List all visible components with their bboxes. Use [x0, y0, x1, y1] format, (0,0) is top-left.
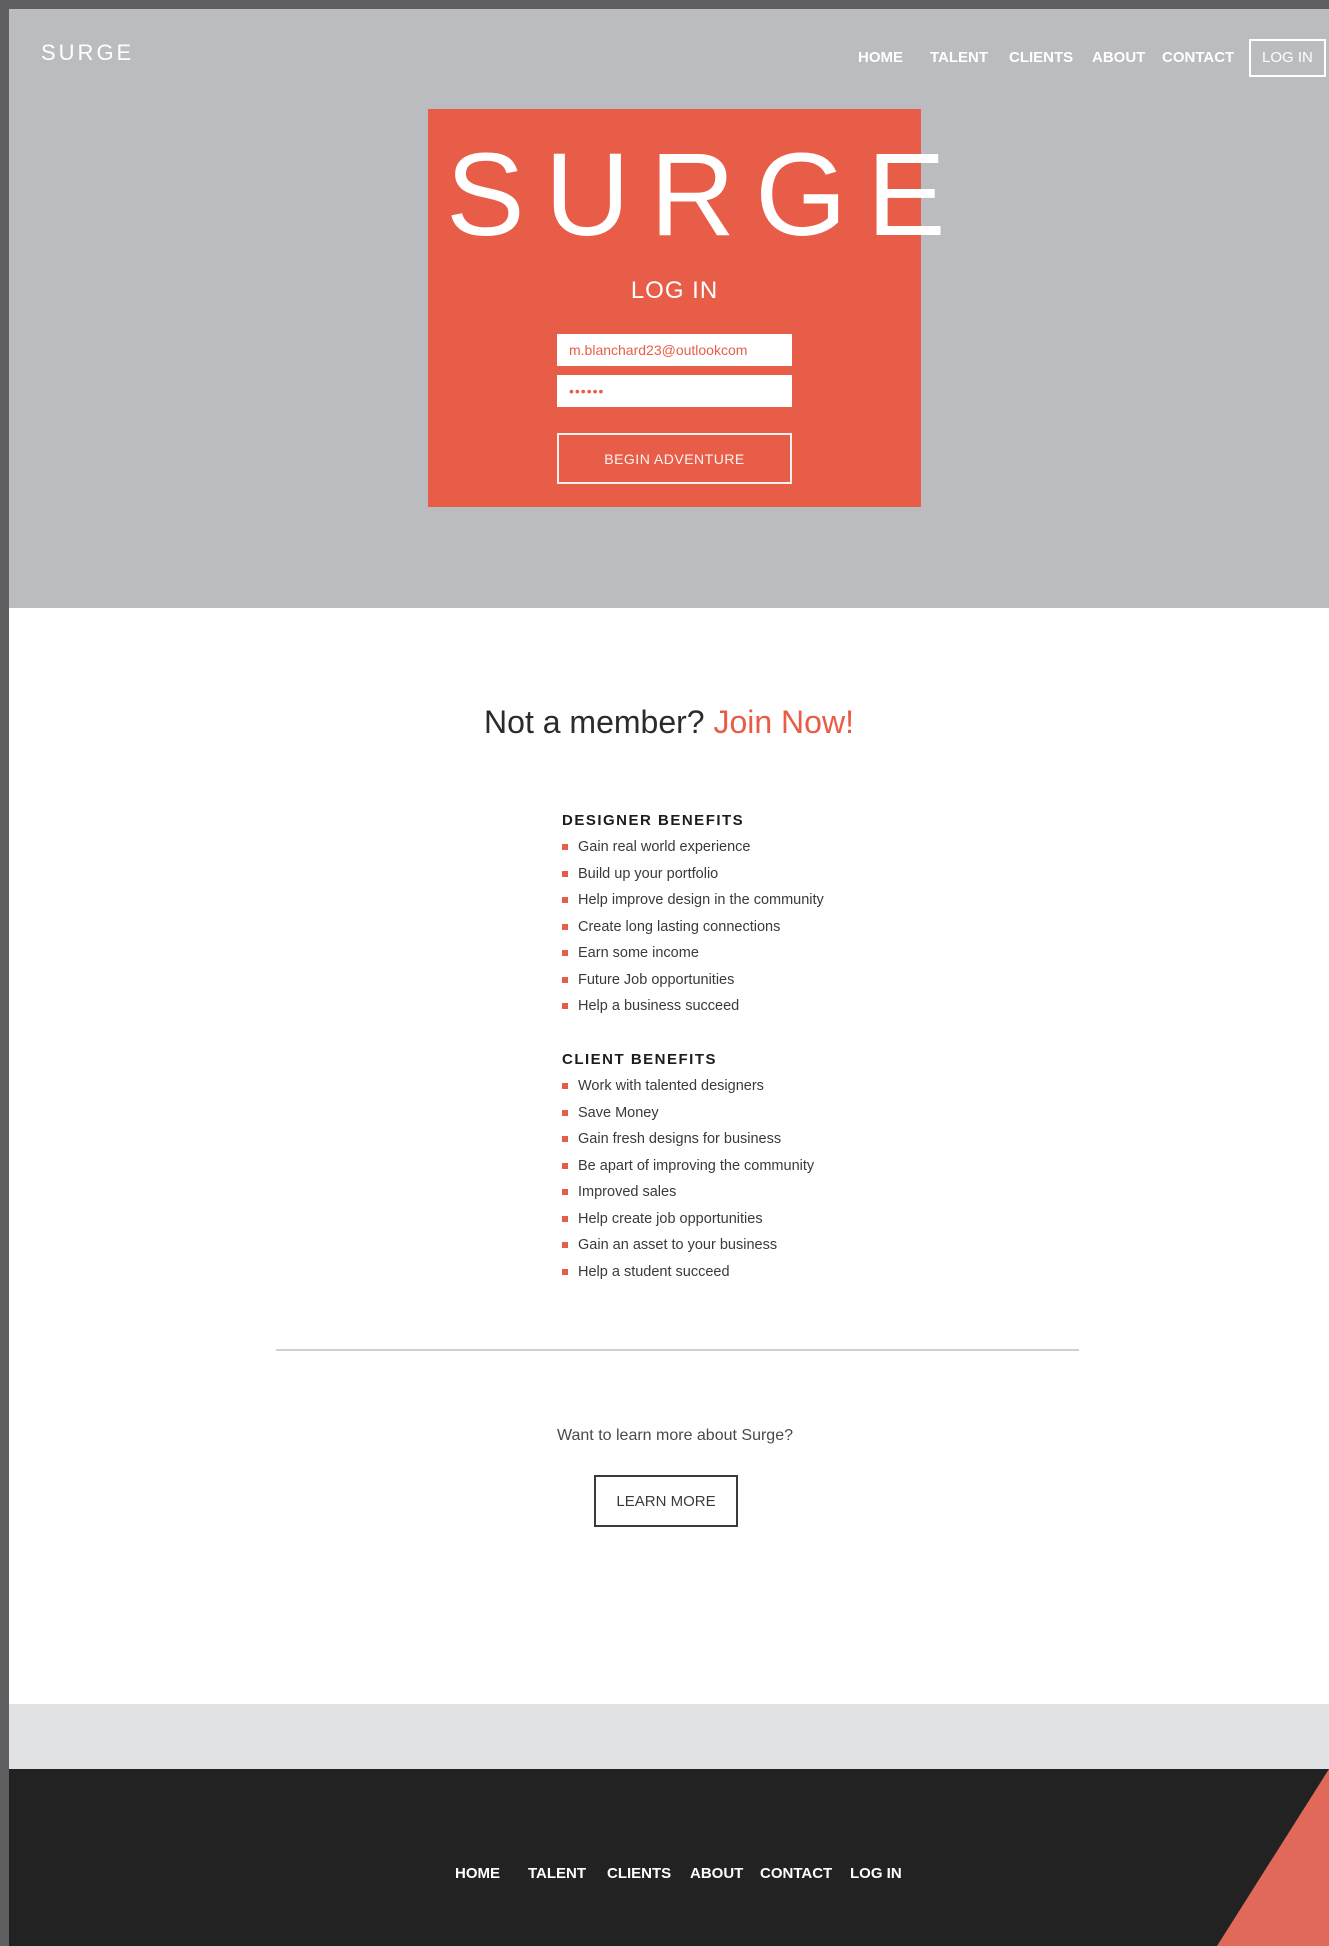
- client-benefit-item-label: Gain an asset to your business: [578, 1237, 778, 1253]
- bullet-square-icon: [562, 1162, 568, 1169]
- footer-nav-talent[interactable]: TALENT: [528, 1865, 586, 1882]
- client-benefit-item: Be apart of improving the community: [562, 1153, 922, 1180]
- client-benefits-heading: CLIENT BENEFITS: [562, 1051, 718, 1068]
- client-benefit-item-label: Be apart of improving the community: [578, 1157, 815, 1174]
- bullet-square-icon: [562, 1215, 568, 1222]
- designer-benefit-item-label: Help a business succeed: [578, 998, 740, 1014]
- bullet-square-icon: [562, 844, 568, 850]
- page: SURGE HOME TALENT CLIENTS ABOUT CONTACT …: [9, 9, 1329, 1946]
- designer-benefit-item-label: Help improve design in the community: [578, 892, 824, 908]
- client-benefit-item: Save Money: [562, 1100, 922, 1127]
- bullet-square-icon: [562, 923, 568, 930]
- designer-benefit-item-label: Gain real world experience: [578, 839, 751, 855]
- nav-contact[interactable]: CONTACT: [1162, 39, 1234, 77]
- client-benefit-item-label: Gain fresh designs for business: [578, 1131, 782, 1147]
- learn-more-prompt: Want to learn more about Surge?: [557, 1427, 793, 1444]
- client-benefit-item-label: Work with talented designers: [578, 1078, 764, 1094]
- designer-benefit-item-label: Future Job opportunities: [578, 971, 735, 988]
- client-benefit-item: Work with talented designers: [562, 1073, 922, 1100]
- decorative-corner-triangle: [1217, 1769, 1329, 1946]
- client-benefit-item: Help create job opportunities: [562, 1206, 922, 1233]
- designer-benefit-item: Future Job opportunities: [562, 967, 922, 994]
- email-field[interactable]: [557, 334, 792, 366]
- designer-benefit-item: Gain real world experience: [562, 834, 922, 861]
- member-headline: Not a member? Join Now!: [9, 704, 1329, 741]
- section-divider: [276, 1349, 1079, 1351]
- client-benefit-item-label: Help create job opportunities: [578, 1210, 763, 1227]
- client-benefits-list: Work with talented designers Save Money Ga…: [562, 1073, 922, 1285]
- password-field[interactable]: [557, 375, 792, 407]
- designer-benefit-item: Create long lasting connections: [562, 914, 922, 941]
- footer-band: [9, 1704, 1329, 1769]
- footer-nav-login[interactable]: LOG IN: [850, 1865, 902, 1882]
- footer-nav-about[interactable]: ABOUT: [690, 1865, 743, 1882]
- client-benefit-item: Gain an asset to your business: [562, 1232, 922, 1259]
- bullet-square-icon: [562, 870, 568, 877]
- client-benefit-item-label: Help a student succeed: [578, 1263, 730, 1280]
- top-nav: HOME TALENT CLIENTS ABOUT CONTACT LOG IN: [9, 39, 1329, 77]
- join-now-link[interactable]: Join Now!: [713, 704, 854, 740]
- bullet-square-icon: [562, 1268, 568, 1275]
- bullet-square-icon: [562, 1003, 568, 1009]
- nav-login-button[interactable]: LOG IN: [1249, 39, 1326, 77]
- client-benefit-item-label: Improved sales: [578, 1184, 677, 1200]
- footer-nav-home[interactable]: HOME: [455, 1865, 500, 1882]
- begin-adventure-button[interactable]: BEGIN ADVENTURE: [557, 433, 792, 484]
- bullet-square-icon: [562, 1136, 568, 1142]
- nav-talent[interactable]: TALENT: [930, 39, 988, 77]
- designer-benefit-item: Help a business succeed: [562, 993, 922, 1020]
- footer-nav-contact[interactable]: CONTACT: [760, 1865, 832, 1882]
- bullet-square-icon: [562, 897, 568, 903]
- client-benefit-item: Help a student succeed: [562, 1259, 922, 1286]
- designer-benefit-item-label: Earn some income: [578, 945, 699, 961]
- bullet-square-icon: [562, 1189, 568, 1195]
- designer-benefits-heading: DESIGNER BENEFITS: [562, 812, 745, 829]
- nav-about[interactable]: ABOUT: [1092, 39, 1145, 77]
- designer-benefit-item: Build up your portfolio: [562, 861, 922, 888]
- footer-nav-clients[interactable]: CLIENTS: [607, 1865, 671, 1882]
- designer-benefit-item-label: Build up your portfolio: [578, 865, 719, 882]
- bullet-square-icon: [562, 976, 568, 983]
- designer-benefit-item: Help improve design in the community: [562, 887, 922, 914]
- designer-benefits-list: Gain real world experience Build up your …: [562, 834, 922, 1020]
- designer-benefit-item: Earn some income: [562, 940, 922, 967]
- client-benefit-item-label: Save Money: [578, 1104, 659, 1121]
- nav-clients[interactable]: CLIENTS: [1009, 39, 1073, 77]
- footer: HOME TALENT CLIENTS ABOUT CONTACT LOG IN: [9, 1769, 1329, 1946]
- nav-home[interactable]: HOME: [858, 39, 903, 77]
- designer-benefit-item-label: Create long lasting connections: [578, 918, 781, 935]
- login-logo: SURGE: [446, 129, 966, 261]
- bullet-square-icon: [562, 950, 568, 956]
- learn-more-button[interactable]: LEARN MORE: [594, 1475, 738, 1527]
- client-benefits: CLIENT BENEFITS Work with talented desig…: [562, 1047, 922, 1285]
- designer-benefits: DESIGNER BENEFITS Gain real world experi…: [562, 808, 922, 1020]
- bullet-square-icon: [562, 1083, 568, 1089]
- bullet-square-icon: [562, 1109, 568, 1116]
- client-benefit-item: Improved sales: [562, 1179, 922, 1206]
- bullet-square-icon: [562, 1242, 568, 1248]
- login-title: LOG IN: [630, 277, 719, 304]
- member-prompt: Not a member?: [484, 704, 705, 740]
- footer-nav: HOME TALENT CLIENTS ABOUT CONTACT LOG IN: [9, 1865, 1329, 1889]
- client-benefit-item: Gain fresh designs for business: [562, 1126, 922, 1153]
- login-card: SURGE LOG IN BEGIN ADVENTURE: [428, 109, 966, 507]
- hero-section: SURGE HOME TALENT CLIENTS ABOUT CONTACT …: [9, 9, 1329, 608]
